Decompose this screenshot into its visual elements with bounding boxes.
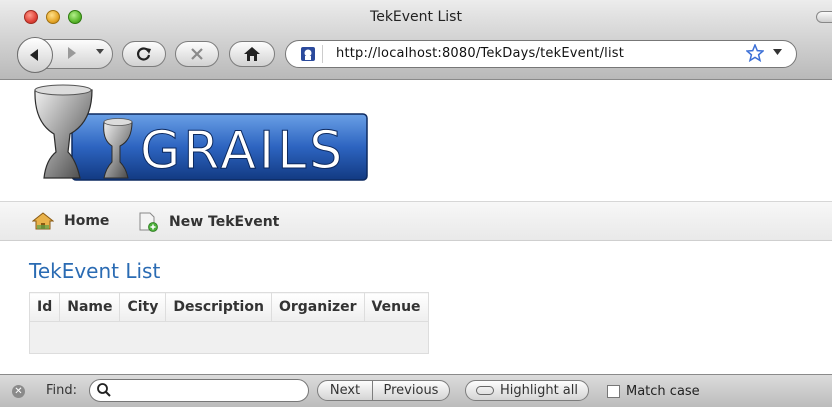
find-next-button[interactable]: Next [317, 380, 373, 401]
nav-new-tekevent-link[interactable]: New TekEvent [137, 212, 279, 232]
logo-text: GRAILS [140, 121, 345, 181]
column-header-id[interactable]: Id [28, 292, 61, 322]
highlight-all-label: Highlight all [499, 383, 578, 398]
column-header-description[interactable]: Description [165, 292, 272, 322]
url-text[interactable]: http://localhost:8080/TekDays/tekEvent/l… [336, 46, 624, 61]
empty-table-cell [29, 321, 429, 354]
find-bar: ✕ Find: Next Previous Highlight all Matc… [0, 374, 832, 407]
reload-icon [137, 47, 151, 61]
chevron-down-icon [773, 49, 782, 55]
match-case-checkbox[interactable] [607, 385, 620, 398]
table-header-row: Id Name City Description Organizer Venue [28, 292, 429, 322]
window-title: TekEvent List [370, 9, 462, 25]
match-case-control[interactable]: Match case [607, 384, 700, 399]
back-forward-control [17, 37, 113, 73]
nav-home-link[interactable]: Home [32, 212, 109, 230]
browser-toolbar: http://localhost:8080/TekDays/tekEvent/l… [0, 34, 832, 80]
column-header-city[interactable]: City [119, 292, 167, 322]
page-title: TekEvent List [29, 259, 161, 283]
reload-button[interactable] [122, 41, 166, 67]
back-button[interactable] [17, 37, 53, 73]
column-header-name[interactable]: Name [59, 292, 121, 322]
history-dropdown-icon [96, 49, 104, 54]
new-document-icon [139, 212, 158, 232]
stop-button[interactable] [175, 41, 219, 67]
tekevent-table: Id Name City Description Organizer Venue [28, 292, 429, 354]
empty-table-row [29, 321, 429, 354]
back-arrow-icon [30, 49, 38, 61]
find-label: Find: [46, 383, 78, 398]
history-dropdown-button[interactable] [96, 47, 104, 58]
site-identity-icon [301, 47, 315, 61]
bookmark-dropdown-button[interactable] [773, 48, 782, 59]
search-icon [97, 383, 111, 397]
home-icon [244, 47, 260, 61]
window-title-bar: TekEvent List [0, 0, 832, 34]
close-icon: ✕ [14, 386, 23, 397]
address-bar[interactable]: http://localhost:8080/TekDays/tekEvent/l… [285, 40, 797, 68]
site-identity-button[interactable] [294, 45, 323, 63]
nav-new-tekevent-label: New TekEvent [169, 214, 280, 230]
nav-home-label: Home [64, 213, 110, 229]
column-header-venue[interactable]: Venue [363, 292, 429, 322]
find-input[interactable] [116, 382, 305, 401]
find-input-container [89, 379, 309, 402]
home-button[interactable] [229, 41, 275, 67]
bookmark-button[interactable] [745, 43, 765, 67]
forward-button[interactable] [66, 46, 78, 64]
find-close-button[interactable]: ✕ [12, 385, 25, 398]
highlight-all-button[interactable]: Highlight all [465, 380, 589, 401]
home-icon [32, 212, 54, 230]
star-icon [745, 43, 765, 63]
column-header-organizer[interactable]: Organizer [270, 292, 365, 322]
toolbar-toggle-button[interactable] [816, 11, 832, 23]
page-header: GRAILS [0, 80, 832, 201]
page-nav: Home New TekEvent [0, 201, 832, 241]
highlight-icon [475, 386, 494, 395]
grails-logo: GRAILS [34, 84, 368, 182]
stop-icon [191, 48, 203, 60]
forward-arrow-icon [68, 47, 76, 59]
find-previous-button[interactable]: Previous [372, 380, 450, 401]
match-case-label: Match case [626, 384, 700, 399]
